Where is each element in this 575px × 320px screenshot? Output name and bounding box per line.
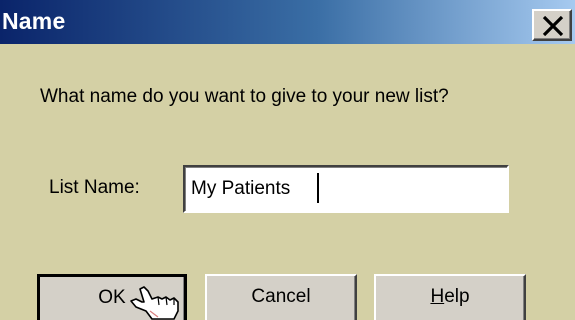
title-bar[interactable]: Name [0,0,575,44]
list-name-input[interactable] [183,165,509,213]
list-name-label: List Name: [49,177,140,198]
cancel-button[interactable]: Cancel [205,274,357,320]
help-label-rest: elp [444,286,470,307]
help-button-label: Help [430,286,469,307]
cancel-button-label: Cancel [251,286,311,307]
text-caret [317,173,319,203]
name-dialog: Name What name do you want to give to yo… [0,0,575,320]
prompt-text: What name do you want to give to your ne… [40,86,449,107]
hand-pointer-cursor-icon [130,286,179,320]
close-button[interactable] [532,9,572,41]
dialog-title: Name [2,8,66,34]
help-button[interactable]: Help [374,274,526,320]
help-mnemonic: H [430,286,445,307]
ok-button-label: OK [98,287,126,308]
close-icon [542,16,564,36]
